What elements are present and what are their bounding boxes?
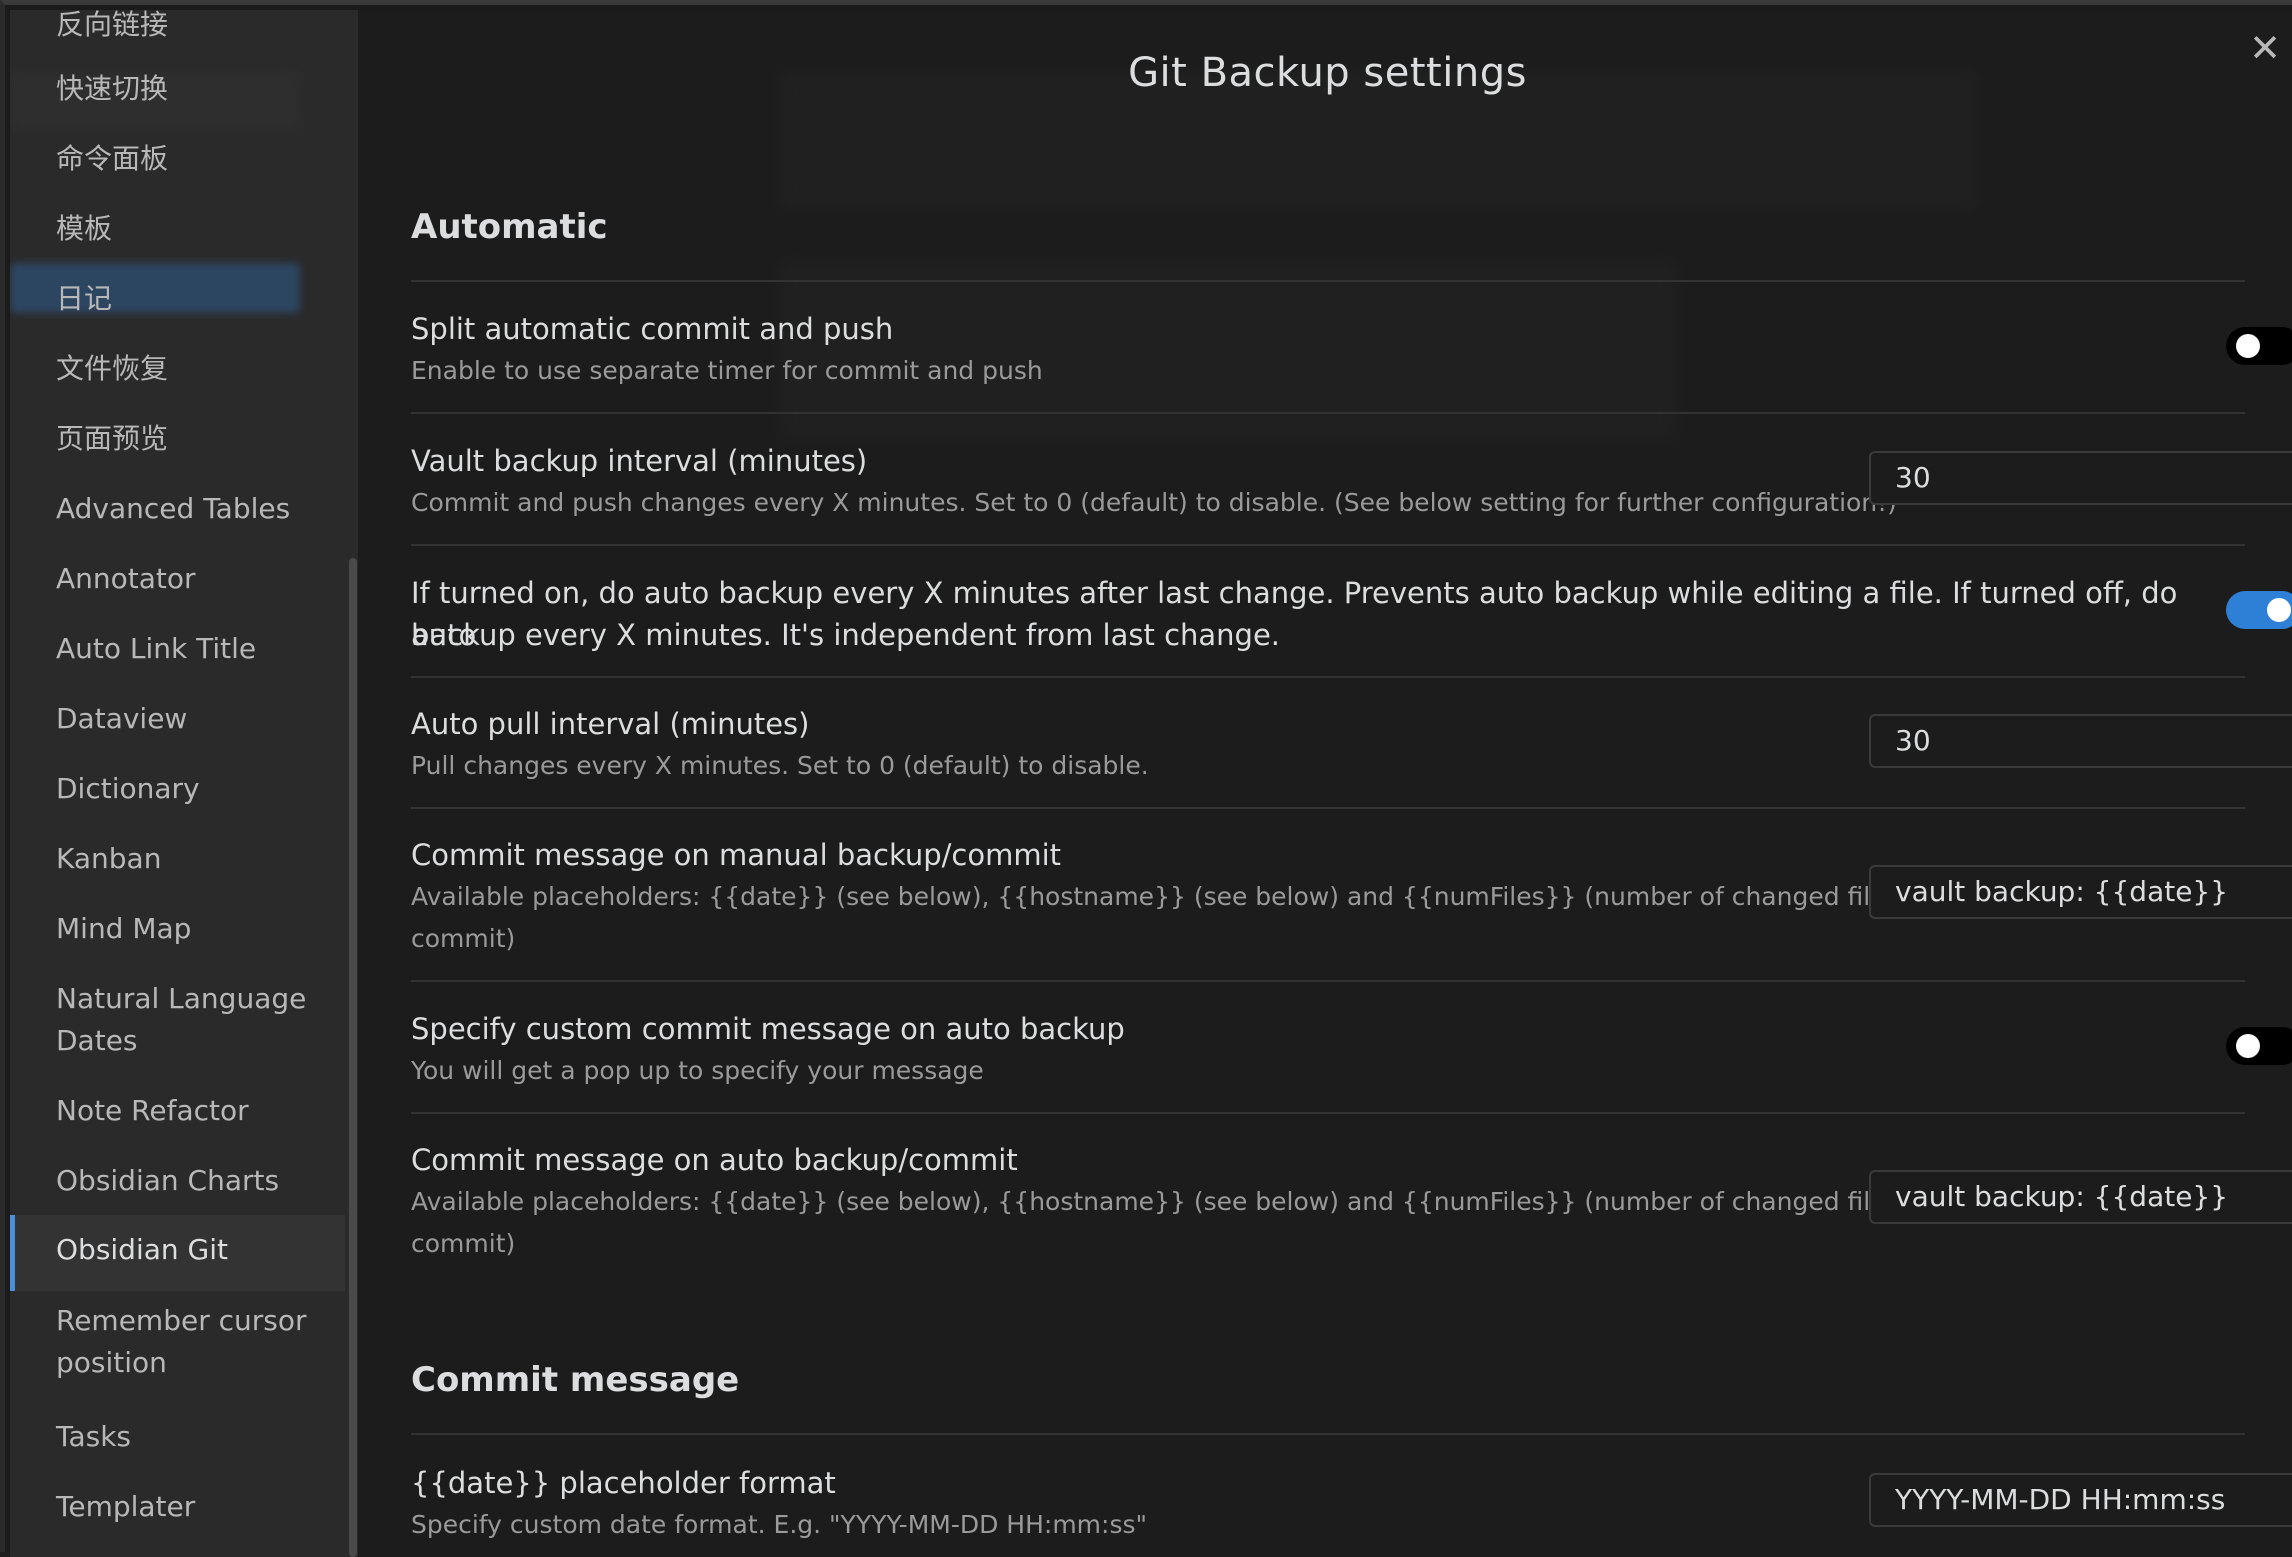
- setting-description-continued: commit): [411, 924, 516, 953]
- setting-name: Auto pull interval (minutes): [411, 707, 810, 741]
- sidebar-item-kanban[interactable]: Kanban: [10, 838, 345, 880]
- setting-name-continued: backup every X minutes. It's independent…: [411, 618, 1281, 652]
- split-commit-push-toggle[interactable]: [2226, 327, 2292, 365]
- auto-backup-after-change-toggle[interactable]: [2226, 591, 2292, 629]
- close-icon[interactable]: ✕: [2247, 29, 2283, 67]
- sidebar-item-label: Advanced Tables: [56, 492, 291, 525]
- sidebar-item-obsidian-git[interactable]: Obsidian Git: [10, 1215, 345, 1291]
- sidebar-item-label: Remember cursor position: [56, 1304, 307, 1379]
- setting-name: Commit message on auto backup/commit: [411, 1143, 1018, 1177]
- sidebar-item-label: Mind Map: [56, 912, 192, 945]
- setting-name: Commit message on manual backup/commit: [411, 838, 1062, 872]
- sidebar-scrollbar[interactable]: [349, 558, 357, 1557]
- sidebar-item-annotator[interactable]: Annotator: [10, 558, 345, 600]
- sidebar-item-label: 文件恢复: [56, 352, 169, 385]
- sidebar-item-label: 模板: [56, 212, 113, 245]
- settings-content-pane: Git Backup settings ✕ Automatic Split au…: [358, 10, 2292, 1557]
- sidebar-item-label: Dataview: [56, 702, 188, 735]
- divider: [411, 280, 2245, 282]
- sidebar-item-remember-cursor-position[interactable]: Remember cursor position: [10, 1300, 310, 1384]
- sidebar-item-advanced-tables[interactable]: Advanced Tables: [10, 488, 345, 530]
- settings-sidebar: 反向链接 快速切换 命令面板 模板 日记 文件恢复 页面预览 Advanced …: [10, 10, 358, 1557]
- commit-message-manual-input[interactable]: vault backup: {{date}}: [1869, 865, 2292, 919]
- sidebar-item-label: Tasks: [56, 1420, 132, 1453]
- setting-description: Enable to use separate timer for commit …: [411, 356, 1043, 385]
- vault-backup-interval-input[interactable]: 30: [1869, 451, 2292, 505]
- setting-name: Split automatic commit and push: [411, 312, 894, 346]
- sidebar-item-natural-language-dates[interactable]: Natural Language Dates: [10, 978, 310, 1062]
- sidebar-item-page-preview[interactable]: 页面预览: [10, 418, 345, 460]
- sidebar-item-label: Dictionary: [56, 772, 200, 805]
- sidebar-item-label: 日记: [56, 282, 113, 315]
- sidebar-item-label: 页面预览: [56, 422, 169, 455]
- sidebar-item-dictionary[interactable]: Dictionary: [10, 768, 345, 810]
- toggle-knob: [2236, 1034, 2260, 1058]
- sidebar-item-label: Kanban: [56, 842, 162, 875]
- sidebar-item-label: Obsidian Charts: [56, 1164, 280, 1197]
- sidebar-item-obsidian-charts[interactable]: Obsidian Charts: [10, 1160, 345, 1202]
- divider: [411, 412, 2245, 414]
- setting-description: Pull changes every X minutes. Set to 0 (…: [411, 751, 1149, 780]
- modal-title: Git Backup settings: [1128, 50, 1527, 96]
- auto-pull-interval-input[interactable]: 30: [1869, 714, 2292, 768]
- setting-description: Commit and push changes every X minutes.…: [411, 488, 1897, 517]
- divider: [411, 676, 2245, 678]
- sidebar-item-label: Natural Language Dates: [56, 982, 307, 1057]
- sidebar-item-command-palette[interactable]: 命令面板: [10, 138, 345, 180]
- divider: [411, 544, 2245, 546]
- setting-name: {{date}} placeholder format: [411, 1466, 836, 1500]
- divider: [411, 1433, 2245, 1435]
- sidebar-item-mind-map[interactable]: Mind Map: [10, 908, 345, 950]
- divider: [411, 980, 2245, 982]
- sidebar-item-label: 反向链接: [56, 10, 169, 41]
- toggle-knob: [2236, 334, 2260, 358]
- sidebar-item-templates[interactable]: 模板: [10, 208, 345, 250]
- setting-description: You will get a pop up to specify your me…: [411, 1056, 984, 1085]
- setting-description-continued: commit): [411, 1229, 516, 1258]
- sidebar-item-label: Templater: [56, 1490, 196, 1523]
- setting-description: Specify custom date format. E.g. "YYYY-M…: [411, 1510, 1147, 1539]
- setting-name: Vault backup interval (minutes): [411, 444, 868, 478]
- divider: [411, 1112, 2245, 1114]
- sidebar-item-label: 快速切换: [56, 72, 169, 105]
- date-format-input[interactable]: YYYY-MM-DD HH:mm:ss: [1869, 1473, 2292, 1527]
- sidebar-item-file-recovery[interactable]: 文件恢复: [10, 348, 345, 390]
- setting-name: Specify custom commit message on auto ba…: [411, 1012, 1125, 1046]
- custom-commit-message-toggle[interactable]: [2226, 1027, 2292, 1065]
- sidebar-item-label: Obsidian Git: [56, 1233, 228, 1266]
- sidebar-item-note-refactor[interactable]: Note Refactor: [10, 1090, 345, 1132]
- sidebar-item-backlinks[interactable]: 反向链接: [10, 10, 345, 46]
- divider: [411, 807, 2245, 809]
- section-heading-commit-message: Commit message: [411, 1360, 740, 1400]
- commit-message-auto-input[interactable]: vault backup: {{date}}: [1869, 1170, 2292, 1224]
- sidebar-item-label: Annotator: [56, 562, 196, 595]
- sidebar-item-templater[interactable]: Templater: [10, 1486, 345, 1528]
- toggle-knob: [2267, 598, 2291, 622]
- setting-description: Available placeholders: {{date}} (see be…: [411, 882, 1979, 911]
- setting-description: Available placeholders: {{date}} (see be…: [411, 1187, 1979, 1216]
- section-heading-automatic: Automatic: [411, 207, 608, 247]
- sidebar-item-dataview[interactable]: Dataview: [10, 698, 345, 740]
- sidebar-item-daily-notes[interactable]: 日记: [10, 278, 345, 320]
- settings-window: 反向链接 快速切换 命令面板 模板 日记 文件恢复 页面预览 Advanced …: [0, 0, 2292, 1557]
- sidebar-item-label: Note Refactor: [56, 1094, 249, 1127]
- sidebar-item-quick-switcher[interactable]: 快速切换: [10, 68, 345, 110]
- sidebar-item-label: Auto Link Title: [56, 632, 257, 665]
- sidebar-item-tasks[interactable]: Tasks: [10, 1416, 345, 1458]
- sidebar-item-label: 命令面板: [56, 142, 169, 175]
- sidebar-item-auto-link-title[interactable]: Auto Link Title: [10, 628, 345, 670]
